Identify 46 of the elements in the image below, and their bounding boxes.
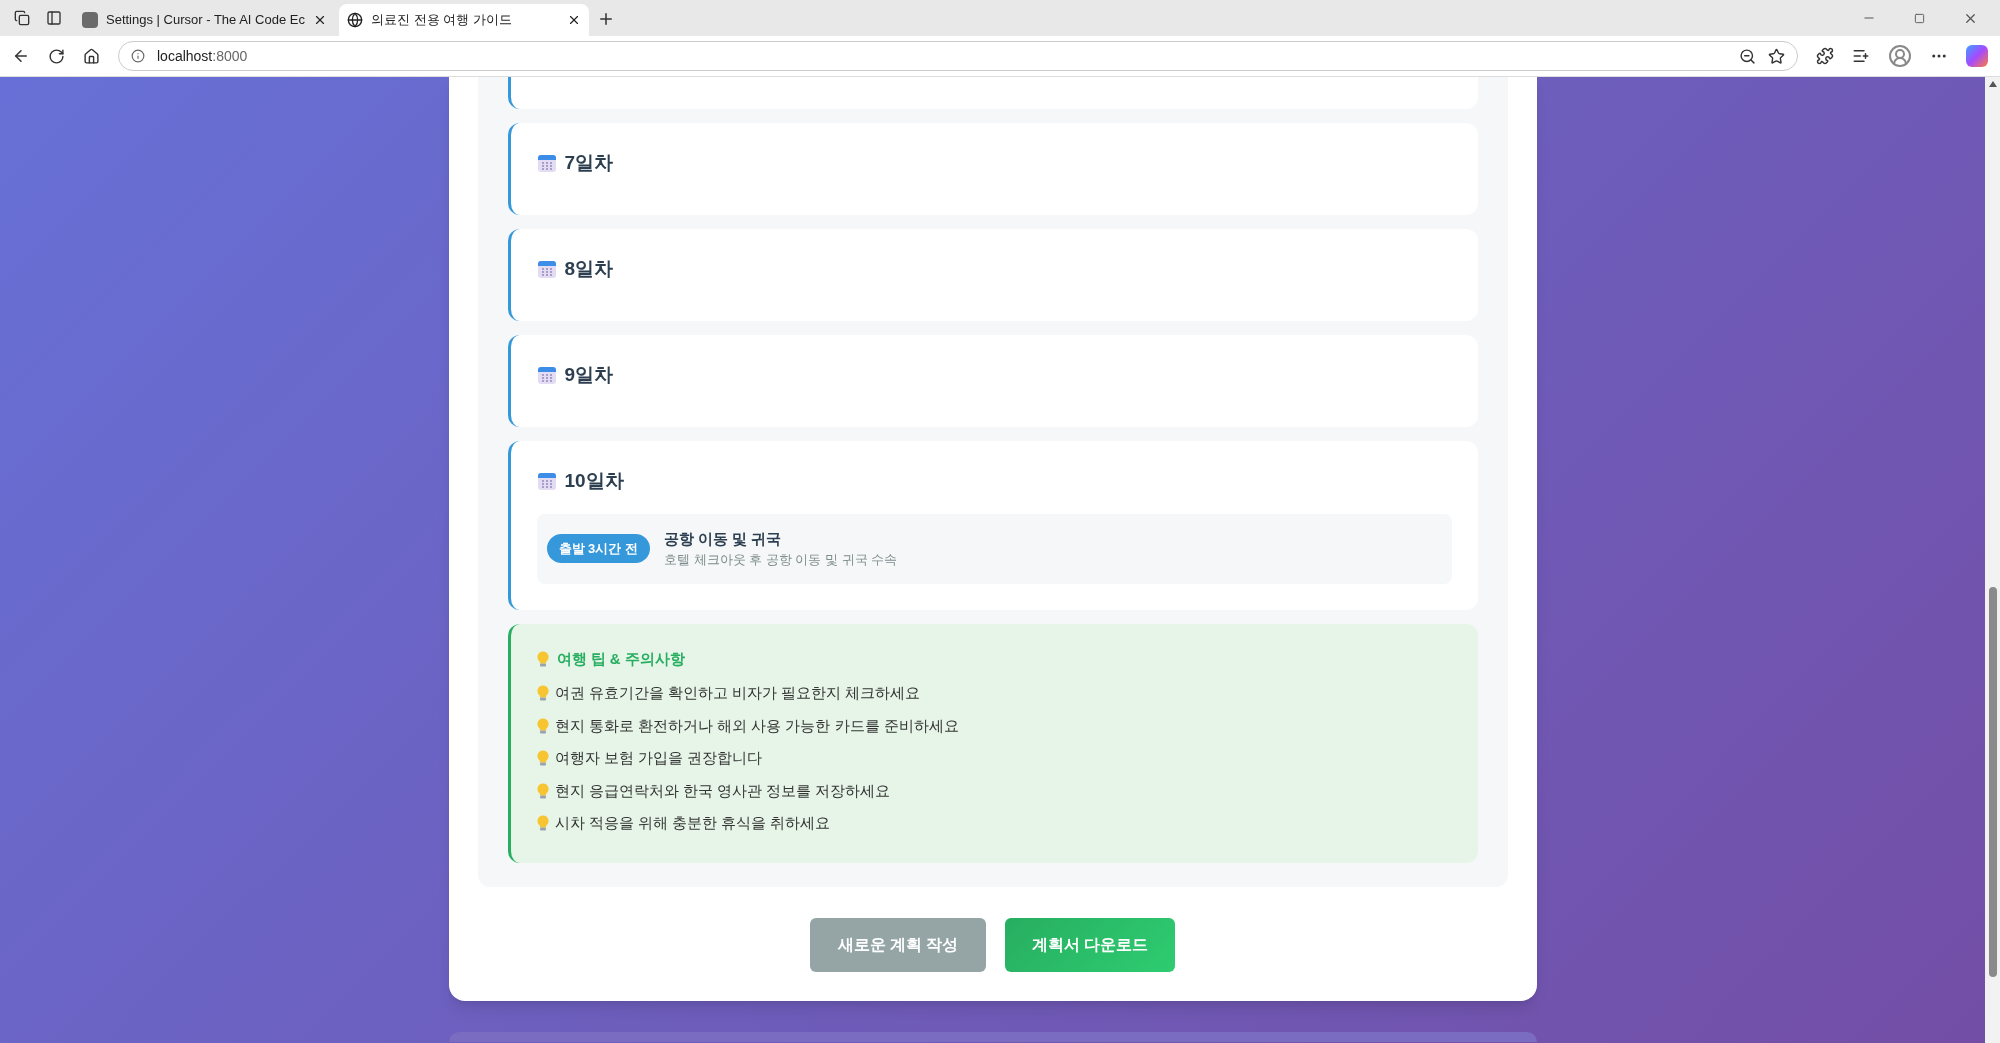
calendar-icon [536,259,557,280]
workspaces-icon[interactable] [14,10,30,26]
favorites-icon[interactable] [1852,47,1870,65]
info-icon [131,49,145,63]
day-title: 10일차 [564,469,624,493]
lightbulb-icon [536,717,549,734]
browser-tab[interactable]: 의료진 전용 여행 가이드 [338,4,589,36]
calendar-icon [536,471,557,492]
app-icon [82,12,98,28]
reload-icon[interactable] [48,47,65,65]
extensions-icon[interactable] [1816,47,1834,65]
tab-title: Settings | Cursor - The AI Code Ec [106,11,305,30]
home-icon[interactable] [83,47,100,65]
tip-text: 여권 유효기간을 확인하고 비자가 필요한지 체크하세요 [554,683,921,703]
day-title: 9일차 [564,363,614,387]
lightbulb-icon [536,650,549,667]
tip-text: 현지 응급연락처와 한국 영사관 정보를 저장하세요 [554,780,891,801]
profile-icon[interactable] [1888,44,1912,68]
sidebar-icon[interactable] [46,10,62,26]
browser-tab[interactable]: Settings | Cursor - The AI Code Ec [74,4,335,36]
scroll-up-icon[interactable] [1988,81,1997,87]
tip-text: 여행자 보험 가입을 권장합니다 [554,748,762,768]
tips-title: 여행 팁 & 주의사항 [556,648,685,669]
lightbulb-icon [536,750,549,767]
scrollbar-thumb[interactable] [1988,587,1997,977]
lightbulb-icon [536,685,549,702]
copilot-icon[interactable] [1966,45,1988,67]
scrollbar[interactable] [1985,77,2000,1043]
item-title: 공항 이동 및 귀국 [663,528,783,549]
tip-text: 시차 적응을 위해 충분한 휴식을 취하세요 [554,813,831,833]
lightbulb-icon [536,782,549,799]
zoom-out-icon[interactable] [1739,47,1756,65]
tip-text: 현지 통화로 환전하거나 해외 사용 가능한 카드를 준비하세요 [554,715,959,736]
lightbulb-icon [536,815,549,832]
back-icon[interactable] [12,47,30,65]
calendar-icon [536,365,557,386]
day-title: 8일차 [564,257,614,281]
maximize-icon[interactable] [1914,12,1925,24]
tab-title: 의료진 전용 여행 가이드 [370,11,513,30]
url-text: localhost:8000 [157,46,249,66]
calendar-icon [536,153,557,174]
time-badge: 출발 3시간 전 [546,533,650,564]
item-description: 호텔 체크아웃 후 공항 이동 및 귀국 수속 [663,551,898,569]
day-title: 7일차 [564,151,614,175]
favorite-icon[interactable] [1768,47,1785,65]
globe-icon [346,12,363,28]
